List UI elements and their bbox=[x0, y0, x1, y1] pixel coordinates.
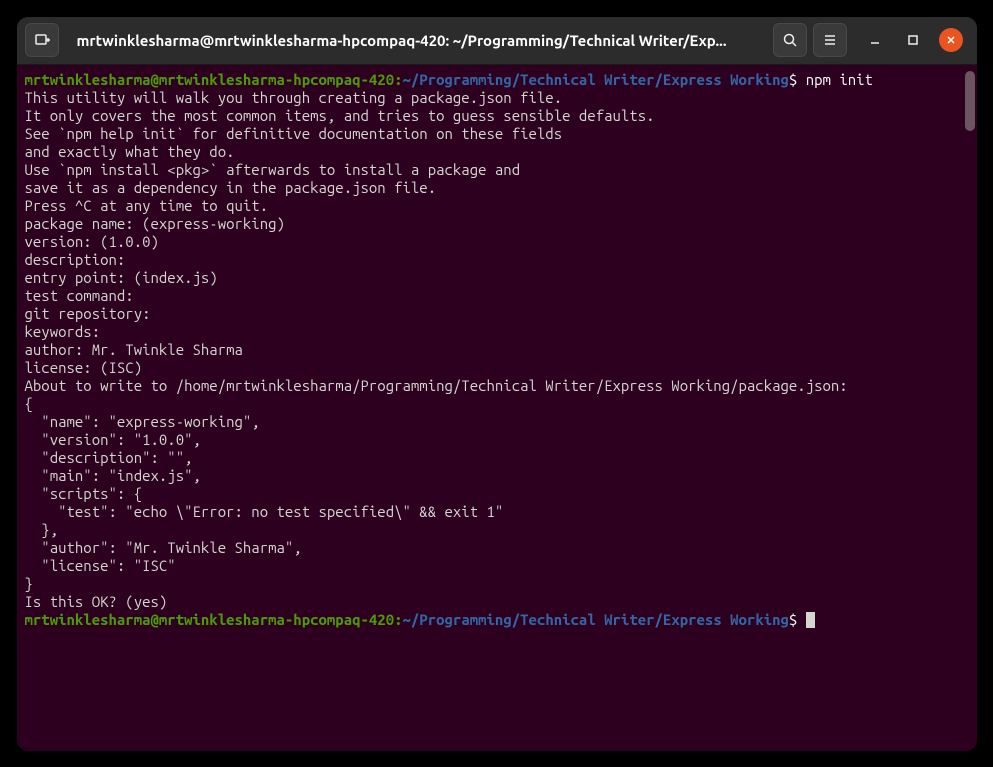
prompt-user: mrtwinklesharma@mrtwinklesharma-hpcompaq… bbox=[25, 71, 395, 88]
output-line: Use `npm install <pkg>` afterwards to in… bbox=[25, 161, 969, 179]
menu-button[interactable] bbox=[813, 23, 847, 57]
search-button[interactable] bbox=[773, 23, 807, 57]
close-icon bbox=[945, 34, 957, 46]
output-line: "version": "1.0.0", bbox=[25, 431, 969, 449]
prompt-line: mrtwinklesharma@mrtwinklesharma-hpcompaq… bbox=[25, 71, 969, 89]
output-line: }, bbox=[25, 521, 969, 539]
output-line: See `npm help init` for definitive docum… bbox=[25, 125, 969, 143]
output-line: keywords: bbox=[25, 323, 969, 341]
prompt-path: ~/Programming/Technical Writer/Express W… bbox=[403, 71, 789, 88]
output-line: package name: (express-working) bbox=[25, 215, 969, 233]
output-line: description: bbox=[25, 251, 969, 269]
output-line: This utility will walk you through creat… bbox=[25, 89, 969, 107]
window-controls bbox=[863, 28, 963, 52]
maximize-icon bbox=[907, 34, 919, 46]
output-line: version: (1.0.0) bbox=[25, 233, 969, 251]
output-line: license: (ISC) bbox=[25, 359, 969, 377]
output-line: About to write to /home/mrtwinklesharma/… bbox=[25, 377, 969, 395]
output-line: author: Mr. Twinkle Sharma bbox=[25, 341, 969, 359]
output-line: "main": "index.js", bbox=[25, 467, 969, 485]
new-tab-icon bbox=[34, 32, 50, 48]
command-text: npm init bbox=[806, 71, 873, 88]
prompt-path: ~/Programming/Technical Writer/Express W… bbox=[403, 611, 789, 628]
terminal-window: mrtwinklesharma@mrtwinklesharma-hpcompaq… bbox=[17, 17, 977, 751]
output-line: save it as a dependency in the package.j… bbox=[25, 179, 969, 197]
new-tab-button[interactable] bbox=[25, 23, 59, 57]
prompt-line: mrtwinklesharma@mrtwinklesharma-hpcompaq… bbox=[25, 611, 969, 629]
minimize-button[interactable] bbox=[863, 28, 887, 52]
window-title: mrtwinklesharma@mrtwinklesharma-hpcompaq… bbox=[65, 32, 767, 49]
output-line: } bbox=[25, 575, 969, 593]
output-line: "license": "ISC" bbox=[25, 557, 969, 575]
scrollbar-thumb[interactable] bbox=[965, 71, 975, 131]
output-line: Is this OK? (yes) bbox=[25, 593, 969, 611]
output-line: "description": "", bbox=[25, 449, 969, 467]
output-line: "author": "Mr. Twinkle Sharma", bbox=[25, 539, 969, 557]
output-line: "test": "echo \"Error: no test specified… bbox=[25, 503, 969, 521]
titlebar: mrtwinklesharma@mrtwinklesharma-hpcompaq… bbox=[17, 17, 977, 65]
maximize-button[interactable] bbox=[901, 28, 925, 52]
terminal-body[interactable]: mrtwinklesharma@mrtwinklesharma-hpcompaq… bbox=[17, 65, 977, 751]
output-line: git repository: bbox=[25, 305, 969, 323]
output-line: test command: bbox=[25, 287, 969, 305]
output-line: and exactly what they do. bbox=[25, 143, 969, 161]
search-icon bbox=[782, 32, 798, 48]
output-line: { bbox=[25, 395, 969, 413]
output-line: "name": "express-working", bbox=[25, 413, 969, 431]
close-button[interactable] bbox=[939, 28, 963, 52]
hamburger-icon bbox=[822, 32, 838, 48]
prompt-user: mrtwinklesharma@mrtwinklesharma-hpcompaq… bbox=[25, 611, 395, 628]
minimize-icon bbox=[869, 34, 881, 46]
output-line: It only covers the most common items, an… bbox=[25, 107, 969, 125]
output-line: entry point: (index.js) bbox=[25, 269, 969, 287]
cursor bbox=[806, 612, 815, 628]
output-line: Press ^C at any time to quit. bbox=[25, 197, 969, 215]
output-line: "scripts": { bbox=[25, 485, 969, 503]
